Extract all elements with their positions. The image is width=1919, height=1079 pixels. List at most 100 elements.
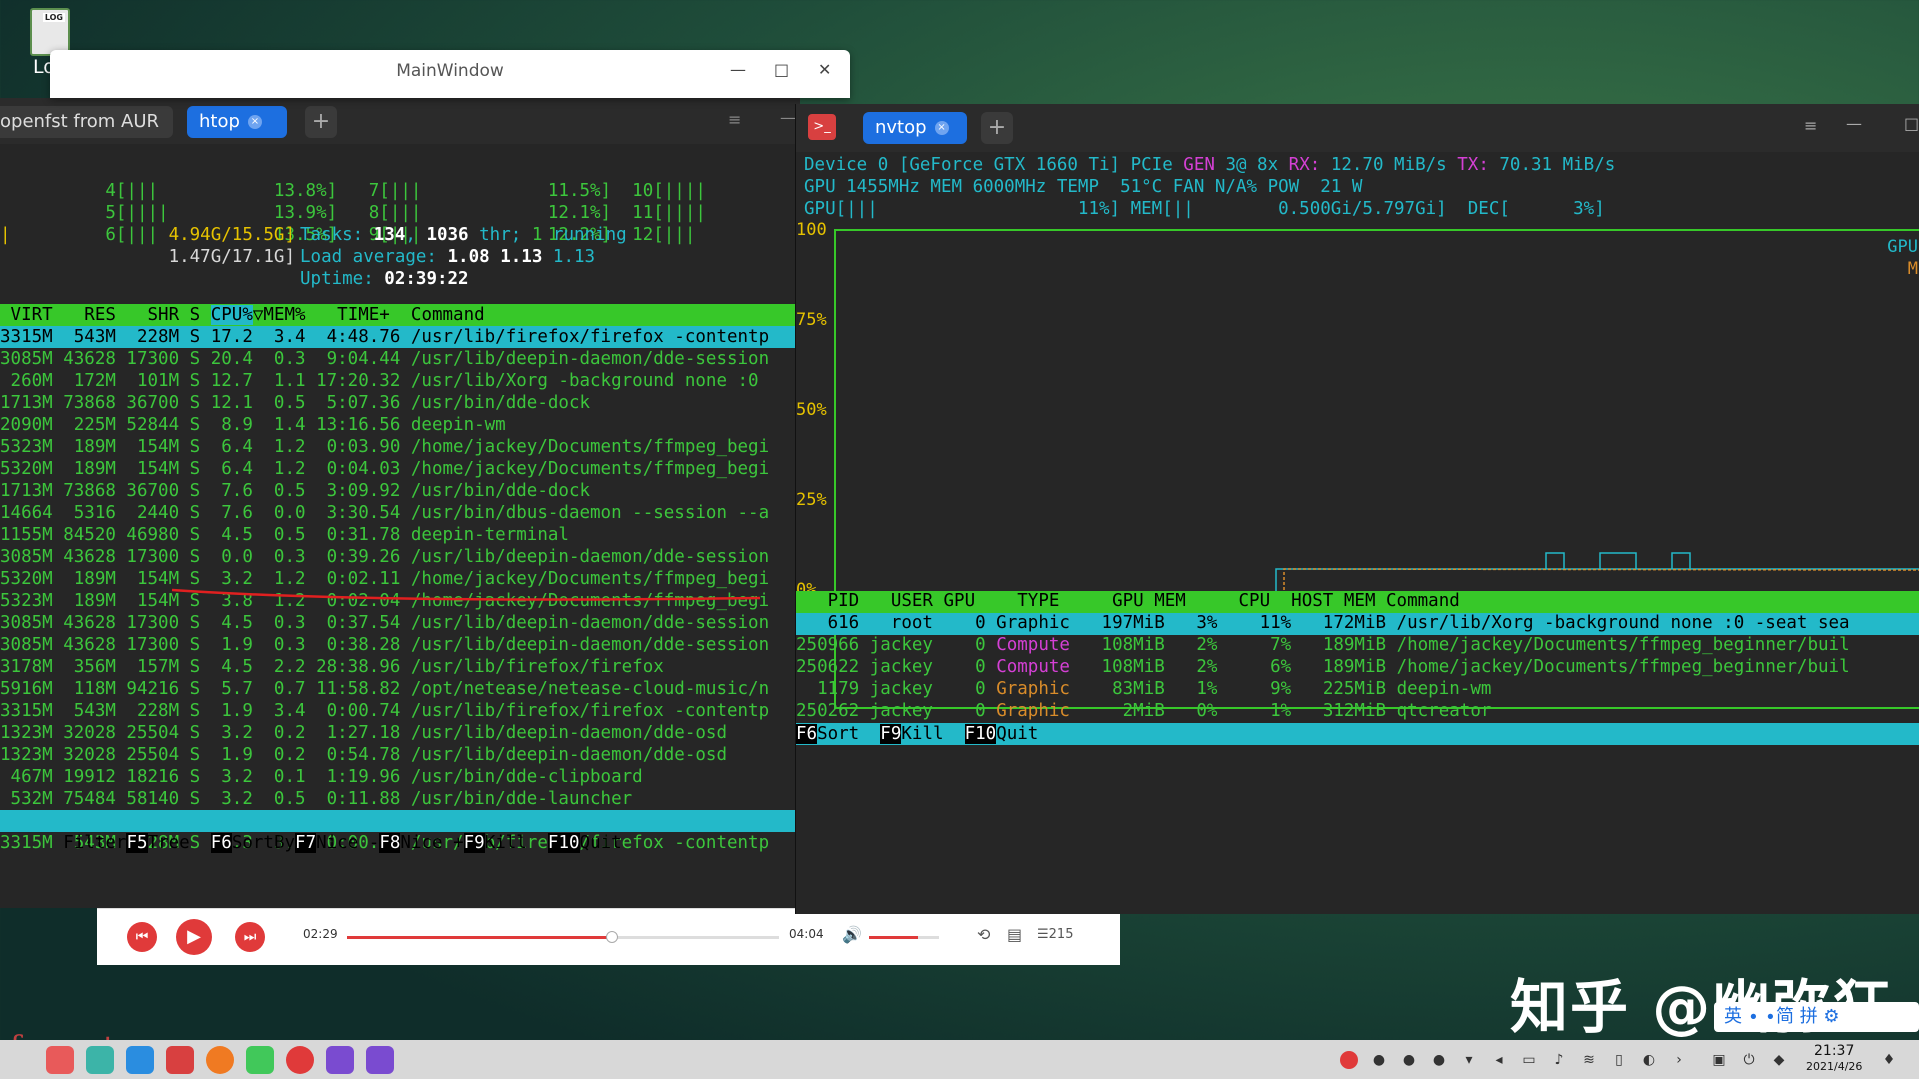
- tab-label: htop: [199, 111, 240, 132]
- process-table-header[interactable]: VIRT RES SHR S CPU%▽MEM% TIME+ Command: [0, 304, 800, 326]
- tab-label: openfst from AUR: [0, 111, 160, 132]
- table-row[interactable]: 5320M 189M 154M S 6.4 1.2 0:04.03 /home/…: [0, 458, 769, 480]
- tray-icon[interactable]: ●: [1370, 1051, 1388, 1069]
- table-row[interactable]: 1323M 32028 25504 S 1.9 0.2 0:54.78 /usr…: [0, 744, 727, 766]
- table-row[interactable]: 250966 jackey 0 Compute 108MiB 2% 7% 189…: [796, 635, 1850, 655]
- netease-music-taskbar-icon[interactable]: [286, 1046, 314, 1074]
- next-track-button[interactable]: ⏭: [235, 922, 265, 952]
- playlist-button[interactable]: ☰215: [1037, 927, 1073, 942]
- table-row[interactable]: 260M 172M 101M S 12.7 1.1 17:20.32 /usr/…: [0, 370, 759, 392]
- clock-date: 2021/4/26: [1806, 1060, 1863, 1073]
- battery-icon[interactable]: ▯: [1610, 1051, 1628, 1069]
- tab-nvtop[interactable]: nvtop ×: [863, 112, 967, 144]
- main-window-titlebar[interactable]: MainWindow — □ ✕: [50, 50, 850, 98]
- table-row[interactable]: 250622 jackey 0 Compute 108MiB 2% 6% 189…: [796, 657, 1850, 677]
- table-row[interactable]: 3178M 356M 157M S 4.5 2.2 28:38.96 /usr/…: [0, 656, 664, 678]
- notification-bell-icon[interactable]: ♦: [1880, 1051, 1898, 1069]
- table-row[interactable]: 5323M 189M 154M S 6.4 1.2 0:03.90 /home/…: [0, 436, 769, 458]
- input-method-bar[interactable]: 英 ∙ ∙简 拼 ⚙: [1714, 1002, 1919, 1032]
- table-row[interactable]: 532M 75484 58140 S 3.2 0.5 0:11.88 /usr/…: [0, 788, 633, 810]
- tab-close-icon[interactable]: ×: [934, 121, 949, 135]
- table-row[interactable]: 1155M 84520 46980 S 4.5 0.5 0:31.78 deep…: [0, 524, 569, 546]
- previous-track-button[interactable]: ⏮: [127, 922, 157, 952]
- tray-icon[interactable]: ●: [1430, 1051, 1448, 1069]
- wifi-icon[interactable]: ≋: [1580, 1051, 1598, 1069]
- menu-icon[interactable]: ≡: [1804, 116, 1817, 135]
- add-tab-button[interactable]: +: [305, 106, 337, 138]
- screen-icon[interactable]: ▣: [1710, 1051, 1728, 1069]
- table-row[interactable]: 3085M 43628 17300 S 4.5 0.3 0:37.54 /usr…: [0, 612, 769, 634]
- table-row-selected[interactable]: 3315M 543M 228M S 17.2 3.4 4:48.76 /usr/…: [0, 326, 800, 348]
- taskbar-app-icon[interactable]: [86, 1046, 114, 1074]
- tray-icon[interactable]: ◆: [1770, 1051, 1788, 1069]
- taskbar-app-icon[interactable]: [126, 1046, 154, 1074]
- log-badge: LOG: [42, 13, 65, 22]
- progress-knob[interactable]: [606, 931, 618, 943]
- tray-icon[interactable]: ◐: [1640, 1051, 1658, 1069]
- menu-icon[interactable]: ≡: [728, 110, 741, 129]
- close-button[interactable]: ✕: [818, 60, 831, 79]
- table-row[interactable]: 3085M 43628 17300 S 20.4 0.3 9:04.44 /us…: [0, 348, 769, 370]
- nvtop-table-header[interactable]: PID USER GPU TYPE GPU MEM CPU HOST MEM C…: [796, 591, 1919, 613]
- table-row[interactable]: 250262 jackey 0 Graphic 2MiB 0% 1% 312Mi…: [796, 701, 1491, 721]
- table-row[interactable]: 2090M 225M 52844 S 8.9 1.4 13:16.56 deep…: [0, 414, 506, 436]
- row-type: Graphic: [996, 679, 1070, 699]
- header-cpu-sorted[interactable]: CPU%: [210, 305, 253, 325]
- fkey-action[interactable]: Kill: [901, 724, 964, 744]
- table-row[interactable]: 1179 jackey 0 Graphic 83MiB 1% 9% 225MiB…: [796, 679, 1491, 699]
- fkey-action[interactable]: SortBy: [232, 833, 295, 853]
- volume-tray-icon[interactable]: ◂: [1490, 1051, 1508, 1069]
- fkey-label: F7: [295, 833, 317, 853]
- tab-label: nvtop: [875, 117, 927, 138]
- maximize-button[interactable]: □: [1904, 114, 1919, 133]
- qtcreator-taskbar-icon[interactable]: [246, 1046, 274, 1074]
- htop-terminal-window: openfst from AUR htop × + ≡ — 4[||| 13.8%…: [0, 98, 853, 908]
- taskbar-app-icon[interactable]: [366, 1046, 394, 1074]
- power-icon[interactable]: ⏻: [1740, 1051, 1758, 1069]
- fkey-action[interactable]: Filter: [63, 833, 126, 853]
- tab-close-icon[interactable]: ×: [247, 115, 262, 129]
- table-row[interactable]: 3085M 43628 17300 S 0.0 0.3 0:39.26 /usr…: [0, 546, 769, 568]
- maximize-button[interactable]: □: [774, 60, 789, 79]
- sound-tray-icon[interactable]: ♪: [1550, 1051, 1568, 1069]
- play-button[interactable]: ▶: [176, 919, 212, 955]
- fkey-action[interactable]: Quit: [996, 724, 1038, 744]
- fkey-action[interactable]: Sort: [817, 724, 880, 744]
- table-row[interactable]: 1713M 73868 36700 S 12.1 0.5 5:07.36 /us…: [0, 392, 590, 414]
- lyrics-icon[interactable]: ▤: [1007, 925, 1022, 944]
- volume-icon[interactable]: 🔊: [842, 925, 862, 944]
- fkey-label: F9: [880, 724, 902, 744]
- table-row[interactable]: 1713M 73868 36700 S 7.6 0.5 3:09.92 /usr…: [0, 480, 590, 502]
- fkey-action[interactable]: Quit: [580, 833, 622, 853]
- firefox-taskbar-icon[interactable]: [206, 1046, 234, 1074]
- display-tray-icon[interactable]: ▭: [1520, 1051, 1538, 1069]
- repeat-icon[interactable]: ⟲: [977, 925, 990, 944]
- terminal-taskbar-icon[interactable]: [166, 1046, 194, 1074]
- table-row[interactable]: 467M 19912 18216 S 3.2 0.1 1:19.96 /usr/…: [0, 766, 643, 788]
- table-row[interactable]: 14664 5316 2440 S 7.6 0.0 3:30.54 /usr/b…: [0, 502, 769, 524]
- minimize-button[interactable]: —: [780, 108, 796, 127]
- table-row[interactable]: 3315M 543M 228M S 1.9 3.4 0:00.74 /usr/l…: [0, 700, 769, 722]
- progress-fill: [347, 936, 611, 939]
- tab-openfst[interactable]: openfst from AUR: [0, 106, 173, 138]
- taskbar-app-icon[interactable]: [46, 1046, 74, 1074]
- netease-tray-icon[interactable]: [1340, 1051, 1358, 1069]
- tab-htop[interactable]: htop ×: [187, 106, 287, 138]
- table-row[interactable]: 5916M 118M 94216 S 5.7 0.7 11:58.82 /opt…: [0, 678, 769, 700]
- minimize-button[interactable]: —: [730, 60, 746, 79]
- minimize-button[interactable]: —: [1846, 114, 1862, 133]
- chevron-right-icon[interactable]: ›: [1670, 1051, 1688, 1069]
- table-row-selected[interactable]: 616 root 0 Graphic 197MiB 3% 11% 172MiB …: [796, 613, 1919, 635]
- table-row[interactable]: 1323M 32028 25504 S 3.2 0.2 1:27.18 /usr…: [0, 722, 727, 744]
- chevron-down-icon[interactable]: ▾: [1460, 1051, 1478, 1069]
- fkey-action[interactable]: Nice +: [400, 833, 463, 853]
- fkey-action[interactable]: Nice -: [316, 833, 379, 853]
- table-row[interactable]: 3085M 43628 17300 S 1.9 0.3 0:38.28 /usr…: [0, 634, 769, 656]
- tray-icon[interactable]: ●: [1400, 1051, 1418, 1069]
- clock[interactable]: 21:37 2021/4/26: [1806, 1044, 1862, 1074]
- add-tab-button[interactable]: +: [981, 112, 1013, 144]
- taskbar-app-icon[interactable]: [326, 1046, 354, 1074]
- playlist-count: 215: [1048, 927, 1074, 942]
- fkey-action[interactable]: Tree: [148, 833, 211, 853]
- fkey-action[interactable]: Kill: [485, 833, 548, 853]
